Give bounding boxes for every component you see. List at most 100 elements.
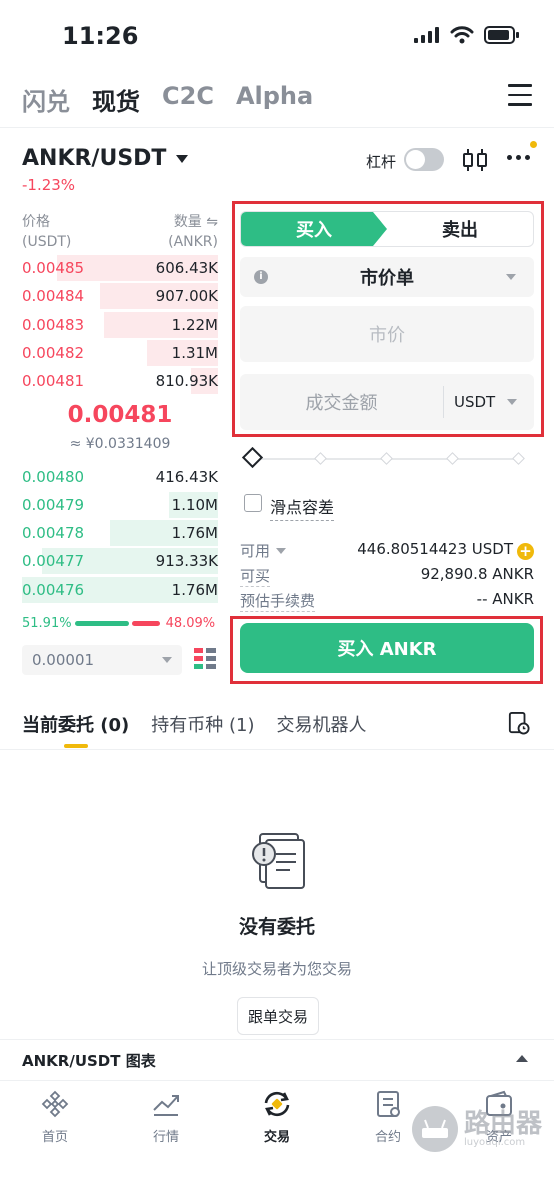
buy-sell-switch: 买入 卖出 xyxy=(240,211,534,247)
tab-c2c[interactable]: C2C xyxy=(162,82,214,117)
amount-unit-select[interactable]: USDT xyxy=(454,374,518,430)
futures-icon xyxy=(377,1091,400,1117)
margin-label: 杠杆 xyxy=(366,153,397,171)
amount-unit: USDT xyxy=(454,393,496,411)
available-value: 446.80514423 USDT xyxy=(357,540,513,558)
last-price-fiat: ≈ ¥0.0331409 xyxy=(69,436,171,452)
pair-selector[interactable]: ANKR/USDT xyxy=(22,146,189,171)
can-buy-row: 可买 92,890.8 ANKR xyxy=(240,565,534,587)
bid-row[interactable]: 0.00476 1.76M xyxy=(22,576,218,604)
slider-handle[interactable] xyxy=(241,446,264,469)
chevron-up-icon[interactable] xyxy=(516,1055,528,1062)
buy-ratio: 51.91% xyxy=(22,616,72,631)
chevron-down-icon xyxy=(506,274,516,280)
chevron-down-icon xyxy=(162,657,172,663)
last-price[interactable]: 0.00481 xyxy=(22,402,218,428)
ask-price: 0.00481 xyxy=(22,372,85,390)
bid-price: 0.00478 xyxy=(22,524,85,542)
nav-markets-label: 行情 xyxy=(152,1130,179,1145)
caret-down-icon xyxy=(176,154,189,163)
slider-tick[interactable] xyxy=(380,452,393,465)
chart-label: ANKR/USDT 图表 xyxy=(22,1052,156,1070)
slider-tick[interactable] xyxy=(314,452,327,465)
buy-ratio-bar xyxy=(74,621,129,626)
ask-price: 0.00484 xyxy=(22,287,85,305)
precision-select[interactable]: 0.00001 xyxy=(22,645,182,675)
order-tabs: 当前委托 (0) 持有币种 (1) 交易机器人 xyxy=(22,711,366,737)
empty-subtitle: 让顶级交易者为您交易 xyxy=(201,960,352,978)
candlestick-icon[interactable] xyxy=(462,147,488,173)
buy-sell-ratio: 51.91% 48.09% xyxy=(22,616,218,631)
divider xyxy=(0,749,554,750)
copy-trading-button[interactable]: 跟单交易 xyxy=(237,997,319,1035)
nav-trade[interactable]: 交易 xyxy=(222,1090,332,1145)
available-label: 可用 xyxy=(240,542,271,560)
order-type-value: 市价单 xyxy=(360,268,414,289)
orderbook-layout-icon[interactable] xyxy=(194,648,216,670)
divider xyxy=(443,386,444,418)
bid-qty: 416.43K xyxy=(155,468,218,486)
status-time: 11:26 xyxy=(62,22,139,50)
margin-toggle[interactable] xyxy=(404,148,444,171)
order-history-icon[interactable] xyxy=(508,710,530,736)
amount-placeholder: 成交金额 xyxy=(305,393,378,414)
ask-row[interactable]: 0.00485 606.43K xyxy=(22,254,218,282)
ask-row[interactable]: 0.00481 810.93K xyxy=(22,367,218,395)
slippage-label[interactable]: 滑点容差 xyxy=(270,494,335,521)
order-type-select[interactable]: i 市价单 xyxy=(240,257,534,297)
sell-tab[interactable]: 卖出 xyxy=(387,212,533,246)
slippage-checkbox[interactable] xyxy=(244,494,262,512)
pair-change: -1.23% xyxy=(22,176,76,194)
available-row: 可用 446.80514423 USDT + xyxy=(240,540,534,561)
ask-row[interactable]: 0.00483 1.22M xyxy=(22,311,218,339)
markets-icon xyxy=(153,1095,179,1116)
tab-spot[interactable]: 现货 xyxy=(92,82,140,117)
bid-row[interactable]: 0.00477 913.33K xyxy=(22,547,218,575)
tab-alpha[interactable]: Alpha xyxy=(236,82,313,117)
precision-value: 0.00001 xyxy=(32,651,95,669)
orderbook-qty-header[interactable]: 数量 ⇋ (ANKR) xyxy=(150,212,218,252)
amount-input[interactable]: 成交金额 USDT xyxy=(240,374,534,430)
can-buy-value: 92,890.8 ANKR xyxy=(420,565,534,583)
nav-home[interactable]: 首页 xyxy=(0,1090,110,1145)
nav-futures-label: 合约 xyxy=(374,1130,401,1145)
empty-title: 没有委托 xyxy=(238,916,315,938)
tab-convert[interactable]: 闪兑 xyxy=(22,82,70,117)
home-icon xyxy=(41,1090,69,1118)
nav-home-label: 首页 xyxy=(41,1130,68,1145)
status-icons xyxy=(414,26,520,44)
add-funds-icon[interactable]: + xyxy=(517,543,534,560)
chevron-down-icon xyxy=(507,399,518,405)
menu-icon[interactable] xyxy=(508,84,532,106)
ask-row[interactable]: 0.00482 1.31M xyxy=(22,339,218,367)
bid-row[interactable]: 0.00478 1.76M xyxy=(22,519,218,547)
trade-icon xyxy=(264,1091,290,1117)
empty-orders-icon xyxy=(252,833,305,889)
nav-markets[interactable]: 行情 xyxy=(111,1090,221,1145)
notification-dot xyxy=(530,141,537,148)
price-input[interactable]: 市价 xyxy=(240,306,534,362)
more-icon[interactable] xyxy=(507,155,530,160)
tab-open-orders[interactable]: 当前委托 (0) xyxy=(22,711,129,737)
tab-holdings[interactable]: 持有币种 (1) xyxy=(151,711,254,737)
bid-price: 0.00477 xyxy=(22,552,85,570)
bid-price: 0.00476 xyxy=(22,581,85,599)
router-logo-icon xyxy=(412,1106,458,1152)
chevron-down-icon[interactable] xyxy=(276,547,287,554)
bid-qty: 913.33K xyxy=(155,552,218,570)
slider-tick[interactable] xyxy=(446,452,459,465)
fee-label[interactable]: 预估手续费 xyxy=(240,590,316,612)
ask-row[interactable]: 0.00484 907.00K xyxy=(22,282,218,310)
bid-row[interactable]: 0.00479 1.10M xyxy=(22,491,218,519)
pair-name: ANKR/USDT xyxy=(22,146,167,171)
ask-qty: 810.93K xyxy=(155,372,218,390)
slider-tick[interactable] xyxy=(512,452,525,465)
ask-qty: 1.22M xyxy=(171,316,218,334)
orderbook-price-header: 价格 (USDT) xyxy=(22,214,72,250)
info-icon[interactable]: i xyxy=(254,270,268,284)
signal-icon xyxy=(414,27,439,43)
buy-tab[interactable]: 买入 xyxy=(241,212,387,246)
buy-button[interactable]: 买入 ANKR xyxy=(240,623,534,673)
tab-trading-bots[interactable]: 交易机器人 xyxy=(276,711,366,737)
bid-row[interactable]: 0.00480 416.43K xyxy=(22,463,218,491)
